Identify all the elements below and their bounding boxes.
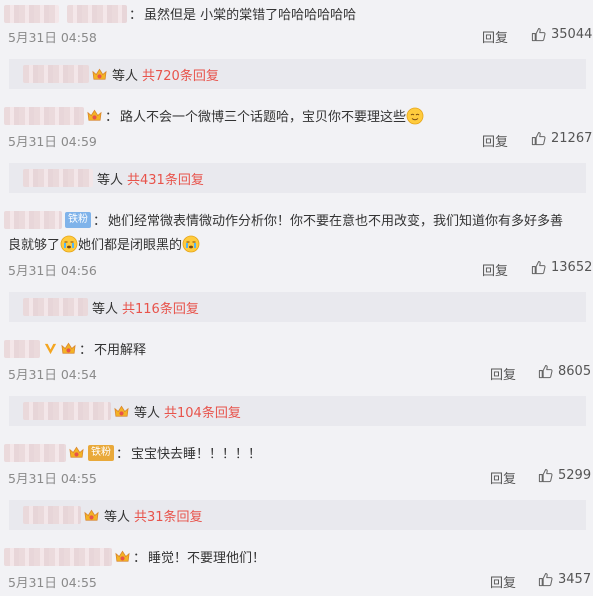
reply-summary[interactable]: 等人 共104条回复 xyxy=(9,396,586,426)
comment-time: 5月31日 04:55 xyxy=(8,575,97,590)
reply-button[interactable]: 回复 xyxy=(490,364,516,383)
comment-text: 睡觉！不要理他们！ xyxy=(148,551,266,566)
replier-names-blurred xyxy=(23,298,88,316)
comment-time: 5月31日 04:56 xyxy=(8,263,97,278)
like-button[interactable]: 35044 xyxy=(531,27,592,42)
comment-3-body-line2: 良就够了 她们都是闭眼黑的 xyxy=(8,234,200,253)
comment-text-line2b: 她们都是闭眼黑的 xyxy=(78,238,183,253)
reply-count-link[interactable]: 共116条回复 xyxy=(122,298,199,317)
like-button[interactable]: 13652 xyxy=(531,260,592,275)
replier-names-blurred xyxy=(23,506,81,524)
comment-5-body: 铁粉 ： 宝宝快去睡！！！！！ xyxy=(4,443,261,462)
reply-count-link[interactable]: 共31条回复 xyxy=(134,506,203,525)
username-blurred[interactable] xyxy=(4,547,112,566)
username-blurred[interactable] xyxy=(67,4,127,23)
smile-emoji-icon xyxy=(406,107,424,125)
comment-time: 5月31日 04:59 xyxy=(8,134,97,149)
reply-button[interactable]: 回复 xyxy=(490,468,516,487)
reply-count-link[interactable]: 共720条回复 xyxy=(142,65,219,84)
reply-button[interactable]: 回复 xyxy=(490,572,516,591)
crying-emoji-icon xyxy=(182,235,200,253)
crown-icon xyxy=(86,108,103,123)
like-count: 3457 xyxy=(558,572,592,587)
thumb-up-icon xyxy=(538,468,553,483)
reply-summary[interactable]: 等人 共720条回复 xyxy=(9,59,586,89)
comment-4-body: ： 不用解释 xyxy=(4,339,146,358)
thumb-up-icon xyxy=(531,260,546,275)
comment-text-line2a: 良就够了 xyxy=(8,238,61,253)
verified-v-icon xyxy=(43,341,58,356)
comment-3-body: 铁粉 ： 她们经常微表情微动作分析你！你不要在意也不用改变，我们知道你有多好多善 xyxy=(4,210,563,229)
username-blurred[interactable] xyxy=(4,443,66,462)
comment-2-body: ： 路人不会一个微博三个话题哈，宝贝你不要理这些 xyxy=(4,106,424,125)
reply-button[interactable]: 回复 xyxy=(482,27,508,46)
crown-icon xyxy=(114,549,131,564)
comment-time: 5月31日 04:54 xyxy=(8,367,97,382)
reply-summary[interactable]: 等人 共31条回复 xyxy=(9,500,586,530)
like-count: 13652 xyxy=(551,260,593,275)
username-blurred[interactable] xyxy=(4,210,62,229)
replier-names-blurred xyxy=(23,402,111,420)
crown-icon xyxy=(91,67,108,82)
like-count: 8605 xyxy=(558,364,592,379)
thumb-up-icon xyxy=(538,572,553,587)
username-blurred[interactable] xyxy=(4,339,40,358)
comment-text: 不用解释 xyxy=(94,343,147,358)
fan-badge: 铁粉 xyxy=(88,444,114,461)
thumb-up-icon xyxy=(538,364,553,379)
replier-names-blurred xyxy=(23,65,89,83)
crying-emoji-icon xyxy=(60,235,78,253)
like-count: 35044 xyxy=(551,27,593,42)
etc-label: 等人 xyxy=(134,405,161,421)
fan-badge: 铁粉 xyxy=(65,211,91,228)
reply-summary[interactable]: 等人 共116条回复 xyxy=(9,292,586,322)
reply-button[interactable]: 回复 xyxy=(482,131,508,150)
replier-names-blurred xyxy=(23,169,93,187)
comment-1-body: ： 虽然但是 小棠的棠错了哈哈哈哈哈哈 xyxy=(4,4,356,23)
comment-time: 5月31日 04:58 xyxy=(8,30,97,45)
crown-icon xyxy=(83,508,100,523)
comment-text-line1: 她们经常微表情微动作分析你！你不要在意也不用改变，我们知道你有多好多善 xyxy=(108,214,564,229)
comment-6-body: ： 睡觉！不要理他们！ xyxy=(4,547,265,566)
like-button[interactable]: 3457 xyxy=(538,572,591,587)
reply-summary[interactable]: 等人 共431条回复 xyxy=(9,163,586,193)
like-button[interactable]: 8605 xyxy=(538,364,591,379)
like-button[interactable]: 5299 xyxy=(538,468,591,483)
etc-label: 等人 xyxy=(92,301,119,317)
etc-label: 等人 xyxy=(104,509,131,525)
crown-icon xyxy=(113,404,130,419)
like-count: 21267 xyxy=(551,131,593,146)
comment-text: 虽然但是 小棠的棠错了哈哈哈哈哈哈 xyxy=(144,8,357,23)
like-button[interactable]: 21267 xyxy=(531,131,592,146)
thumb-up-icon xyxy=(531,131,546,146)
thumb-up-icon xyxy=(531,27,546,42)
comment-time: 5月31日 04:55 xyxy=(8,471,97,486)
reply-count-link[interactable]: 共104条回复 xyxy=(164,402,241,421)
etc-label: 等人 xyxy=(112,68,139,84)
reply-button[interactable]: 回复 xyxy=(482,260,508,279)
like-count: 5299 xyxy=(558,468,592,483)
crown-icon xyxy=(60,341,77,356)
username-blurred[interactable] xyxy=(4,4,59,23)
crown-icon xyxy=(68,445,85,460)
comment-text: 路人不会一个微博三个话题哈，宝贝你不要理这些 xyxy=(120,110,407,125)
comment-text: 宝宝快去睡！！！！！ xyxy=(131,447,262,462)
reply-count-link[interactable]: 共431条回复 xyxy=(127,169,204,188)
username-blurred[interactable] xyxy=(4,106,84,125)
etc-label: 等人 xyxy=(97,172,124,188)
